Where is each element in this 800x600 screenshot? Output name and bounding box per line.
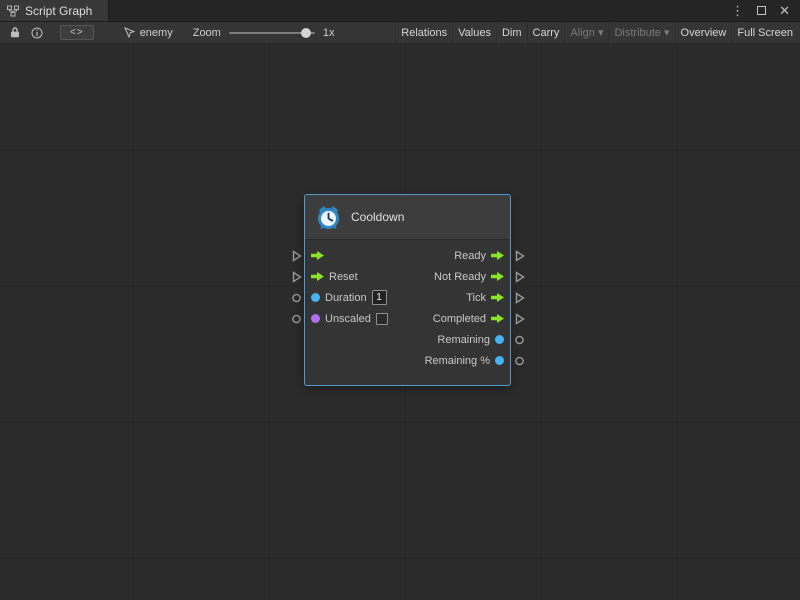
port-label: Remaining % — [425, 355, 490, 367]
alarm-clock-icon — [315, 204, 342, 231]
node-row: Ready — [305, 245, 510, 266]
toolbar-button-values[interactable]: Values — [452, 22, 496, 43]
node-body: Ready Reset Not Ready Duration 1 Tick Unscaled… — [305, 240, 510, 385]
port-label: Tick — [466, 292, 486, 304]
close-icon[interactable]: ✕ — [779, 4, 790, 17]
script-graph-icon — [7, 5, 19, 17]
zoom-value: 1x — [323, 27, 335, 39]
value-in-port-icon[interactable] — [311, 293, 320, 302]
port-label: Duration — [325, 292, 367, 304]
window-titlebar: Script Graph ⋮ ✕ — [0, 0, 800, 22]
window-controls: ⋮ ✕ — [731, 0, 800, 21]
port-label: Reset — [329, 271, 358, 283]
flow-out-port-icon[interactable] — [491, 250, 504, 261]
flow-out-port-icon[interactable] — [491, 313, 504, 324]
port-label: Unscaled — [325, 313, 371, 325]
graph-canvas[interactable]: Cooldown Ready Reset Not Ready Duration 1 Tic… — [0, 44, 800, 600]
node-row: Unscaled Completed — [305, 308, 510, 329]
cursor-icon — [124, 27, 135, 38]
unscaled-checkbox[interactable] — [376, 313, 388, 325]
toolbar-button-carry[interactable]: Carry — [527, 22, 565, 43]
port-label: Ready — [454, 250, 486, 262]
toolbar-buttons: RelationsValuesDimCarryAlign ▾Distribute… — [395, 22, 800, 43]
toolbar-button-dim[interactable]: Dim — [496, 22, 527, 43]
toolbar-button-align: Align ▾ — [564, 22, 608, 43]
code-preview-button[interactable]: <> — [60, 25, 94, 40]
port-label: Not Ready — [434, 271, 486, 283]
toolbar-button-overview[interactable]: Overview — [675, 22, 732, 43]
node-row: Reset Not Ready — [305, 266, 510, 287]
zoom-slider-knob[interactable] — [301, 28, 311, 38]
port-label: Remaining — [437, 334, 490, 346]
node-row: Remaining — [305, 329, 510, 350]
port-label: Completed — [433, 313, 486, 325]
external-output-port[interactable] — [510, 308, 528, 329]
cooldown-node-wrap: Cooldown Ready Reset Not Ready Duration 1 Tic… — [287, 195, 528, 385]
menu-icon[interactable]: ⋮ — [731, 4, 744, 17]
maximize-icon[interactable] — [757, 6, 766, 15]
markers-right — [510, 195, 528, 371]
external-input-port[interactable] — [287, 245, 305, 266]
external-output-port[interactable] — [510, 245, 528, 266]
duration-input[interactable]: 1 — [372, 290, 387, 305]
graph-target[interactable]: enemy — [124, 27, 173, 39]
info-icon[interactable] — [26, 22, 48, 44]
node-header: Cooldown — [305, 195, 510, 240]
markers-left — [287, 195, 305, 371]
tab-script-graph[interactable]: Script Graph — [0, 0, 109, 21]
node-row: Remaining % — [305, 350, 510, 371]
zoom-control: Zoom 1x — [193, 27, 335, 39]
value-in-port-icon[interactable] — [311, 314, 320, 323]
external-output-port[interactable] — [510, 266, 528, 287]
toolbar-button-relations[interactable]: Relations — [395, 22, 452, 43]
external-input-port[interactable] — [287, 308, 305, 329]
flow-in-port-icon[interactable] — [311, 250, 324, 261]
cooldown-node[interactable]: Cooldown Ready Reset Not Ready Duration 1 Tic… — [305, 195, 510, 385]
external-input-port[interactable] — [287, 287, 305, 308]
flow-out-port-icon[interactable] — [491, 271, 504, 282]
toolbar-button-distribute: Distribute ▾ — [608, 22, 674, 43]
value-out-port-icon[interactable] — [495, 356, 504, 365]
flow-in-port-icon[interactable] — [311, 271, 324, 282]
tab-title: Script Graph — [25, 4, 92, 18]
external-input-port[interactable] — [287, 266, 305, 287]
node-title: Cooldown — [351, 210, 404, 224]
toolbar-button-full-screen[interactable]: Full Screen — [731, 22, 798, 43]
zoom-slider[interactable] — [229, 32, 315, 34]
external-output-port[interactable] — [510, 329, 528, 350]
target-label: enemy — [140, 27, 173, 39]
value-out-port-icon[interactable] — [495, 335, 504, 344]
external-output-port[interactable] — [510, 350, 528, 371]
lock-icon[interactable] — [4, 22, 26, 44]
flow-out-port-icon[interactable] — [491, 292, 504, 303]
node-row: Duration 1 Tick — [305, 287, 510, 308]
external-output-port[interactable] — [510, 287, 528, 308]
zoom-label: Zoom — [193, 27, 221, 39]
graph-toolbar: <> enemy Zoom 1x RelationsValuesDimCarry… — [0, 22, 800, 44]
